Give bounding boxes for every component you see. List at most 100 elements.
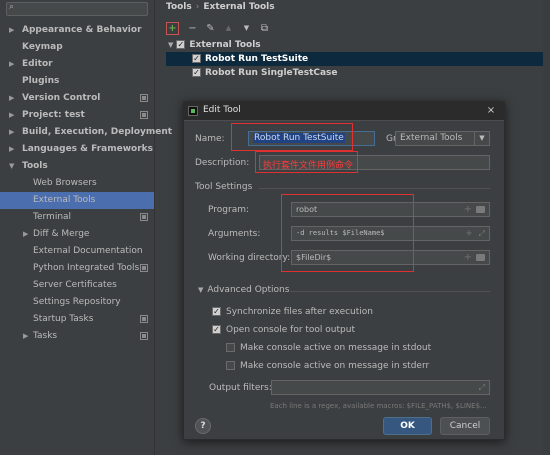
option-checkbox[interactable]	[226, 343, 235, 352]
tool-item-robot-run-testsuite[interactable]: ✓ Robot Run TestSuite	[166, 52, 548, 66]
tool-settings-heading: Tool Settings	[195, 182, 253, 192]
tool-group-label: External Tools	[189, 40, 261, 50]
sidebar-item-build-execution-deployment[interactable]: ▶ Build, Execution, Deployment	[0, 124, 172, 141]
sidebar-item-server-certificates[interactable]: Server Certificates	[0, 277, 154, 294]
option-checkbox[interactable]	[226, 361, 235, 370]
sidebar-item-appearance-behavior[interactable]: ▶ Appearance & Behavior	[0, 22, 154, 39]
cancel-button[interactable]: Cancel	[440, 417, 490, 435]
console-active-stdout-option[interactable]: Make console active on message in stdout	[226, 342, 431, 354]
expand-arrow-icon[interactable]: ▶	[9, 90, 14, 107]
edit-tool-button[interactable]: ✎	[204, 22, 217, 35]
add-tool-button[interactable]: +	[166, 22, 179, 35]
sidebar-item-external-tools[interactable]: External Tools	[0, 192, 154, 209]
sidebar-item-external-documentation[interactable]: External Documentation	[0, 243, 154, 260]
expand-arrow-icon[interactable]: ▶	[23, 226, 28, 243]
group-checkbox[interactable]: ✓	[176, 40, 186, 49]
project-level-icon	[140, 94, 148, 102]
sidebar-item-label: Editor	[22, 59, 53, 69]
ok-button[interactable]: OK	[383, 417, 432, 435]
sidebar-item-label: External Tools	[33, 195, 96, 205]
settings-sidebar: ⌕ ▶ Appearance & Behavior Keymap ▶ Editor Plu…	[0, 0, 172, 455]
sidebar-item-keymap[interactable]: Keymap	[0, 39, 154, 56]
insert-macro-icon[interactable]: +	[464, 251, 472, 264]
insert-macro-icon[interactable]: +	[466, 227, 472, 240]
sidebar-item-project-test[interactable]: ▶ Project: test	[0, 107, 154, 124]
sync-files-option[interactable]: ✓ Synchronize files after execution	[212, 306, 373, 318]
move-up-button[interactable]: ▲	[222, 22, 235, 35]
working-directory-field[interactable]: $FileDir$ +	[291, 250, 490, 265]
right-edge-panel	[543, 0, 550, 455]
sidebar-item-web-browsers[interactable]: Web Browsers	[0, 175, 154, 192]
expand-arrow-icon[interactable]: ▶	[9, 107, 14, 124]
sidebar-item-tasks[interactable]: ▶ Tasks	[0, 328, 154, 345]
option-checkbox[interactable]: ✓	[212, 325, 221, 334]
expand-icon[interactable]: ⤢	[479, 381, 485, 394]
option-label: Make console active on message in stderr	[240, 361, 430, 371]
expand-icon[interactable]: ⤢	[479, 227, 485, 240]
project-level-icon	[140, 315, 148, 323]
expand-arrow-icon[interactable]: ▶	[9, 56, 14, 73]
collapse-arrow-icon[interactable]: ▼	[168, 41, 173, 49]
sidebar-item-version-control[interactable]: ▶ Version Control	[0, 90, 154, 107]
expand-arrow-icon[interactable]: ▶	[9, 22, 14, 39]
sidebar-item-label: Plugins	[22, 76, 60, 86]
sidebar-item-settings-repository[interactable]: Settings Repository	[0, 294, 154, 311]
program-field[interactable]: robot +	[291, 202, 490, 217]
tool-item-checkbox[interactable]: ✓	[192, 68, 201, 77]
sidebar-item-label: Version Control	[22, 93, 101, 103]
section-divider	[259, 188, 490, 189]
output-filters-field[interactable]: ⤢	[271, 380, 490, 395]
program-label: Program:	[208, 205, 250, 215]
sidebar-item-tools[interactable]: ▼ Tools	[0, 158, 154, 175]
folder-icon[interactable]	[476, 206, 485, 213]
sidebar-item-startup-tasks[interactable]: Startup Tasks	[0, 311, 154, 328]
tool-group-row[interactable]: ▼ ✓ External Tools	[168, 38, 548, 52]
expand-arrow-icon[interactable]: ▶	[9, 124, 14, 141]
collapse-arrow-icon: ▼	[198, 286, 204, 294]
breadcrumb-item-external-tools: External Tools	[203, 2, 275, 12]
sidebar-item-label: External Documentation	[33, 246, 143, 256]
tool-item-label: Robot Run SingleTestCase	[205, 68, 338, 78]
output-filters-hint: Each line is a regex, available macros: …	[270, 402, 487, 410]
help-button[interactable]: ?	[195, 418, 211, 434]
open-console-option[interactable]: ✓ Open console for tool output	[212, 324, 355, 336]
breadcrumb-item-tools[interactable]: Tools	[166, 2, 192, 12]
close-icon[interactable]: ×	[484, 104, 498, 117]
tool-item-robot-run-singletestcase[interactable]: ✓ Robot Run SingleTestCase	[166, 66, 548, 80]
sidebar-item-label: Languages & Frameworks	[22, 144, 154, 154]
dropdown-arrow-icon[interactable]: ▼	[474, 132, 489, 145]
sidebar-item-plugins[interactable]: Plugins	[0, 73, 154, 90]
edit-tool-dialog: Edit Tool × Name: Robot Run TestSuite Gr…	[183, 101, 505, 440]
console-active-stderr-option[interactable]: Make console active on message in stderr	[226, 360, 429, 372]
sidebar-item-diff-merge[interactable]: ▶ Diff & Merge	[0, 226, 154, 243]
arguments-field-value: -d results $FileName$	[296, 229, 385, 237]
folder-icon[interactable]	[476, 254, 485, 261]
tool-item-checkbox[interactable]: ✓	[192, 54, 201, 63]
project-level-icon	[140, 264, 148, 272]
collapse-arrow-icon[interactable]: ▼	[9, 158, 14, 175]
advanced-options-toggle[interactable]: ▼ Advanced Options	[198, 285, 289, 295]
search-icon: ⌕	[9, 2, 15, 12]
remove-tool-button[interactable]: −	[186, 22, 199, 35]
expand-arrow-icon[interactable]: ▶	[23, 328, 28, 345]
sidebar-item-terminal[interactable]: Terminal	[0, 209, 154, 226]
sidebar-item-label: Appearance & Behavior	[22, 25, 142, 35]
sidebar-item-editor[interactable]: ▶ Editor	[0, 56, 154, 73]
settings-search-input[interactable]: ⌕	[6, 2, 148, 16]
group-combo[interactable]: External Tools ▼	[395, 131, 490, 146]
insert-macro-icon[interactable]: +	[464, 203, 472, 216]
arguments-field[interactable]: -d results $FileName$ + ⤢	[291, 226, 490, 241]
sidebar-item-python-integrated-tools[interactable]: Python Integrated Tools	[0, 260, 154, 277]
breadcrumb-separator: ›	[195, 2, 200, 12]
dialog-title-bar[interactable]: Edit Tool ×	[184, 102, 504, 121]
expand-arrow-icon[interactable]: ▶	[9, 141, 14, 158]
copy-tool-button[interactable]: ⧉	[258, 22, 271, 35]
breadcrumb: Tools › External Tools	[166, 2, 275, 12]
project-level-icon	[140, 332, 148, 340]
name-field[interactable]: Robot Run TestSuite	[248, 131, 375, 146]
move-down-button[interactable]: ▼	[240, 22, 253, 35]
working-directory-field-value: $FileDir$	[296, 253, 332, 262]
project-level-icon	[140, 111, 148, 119]
option-checkbox[interactable]: ✓	[212, 307, 221, 316]
sidebar-item-languages-frameworks[interactable]: ▶ Languages & Frameworks	[0, 141, 154, 158]
